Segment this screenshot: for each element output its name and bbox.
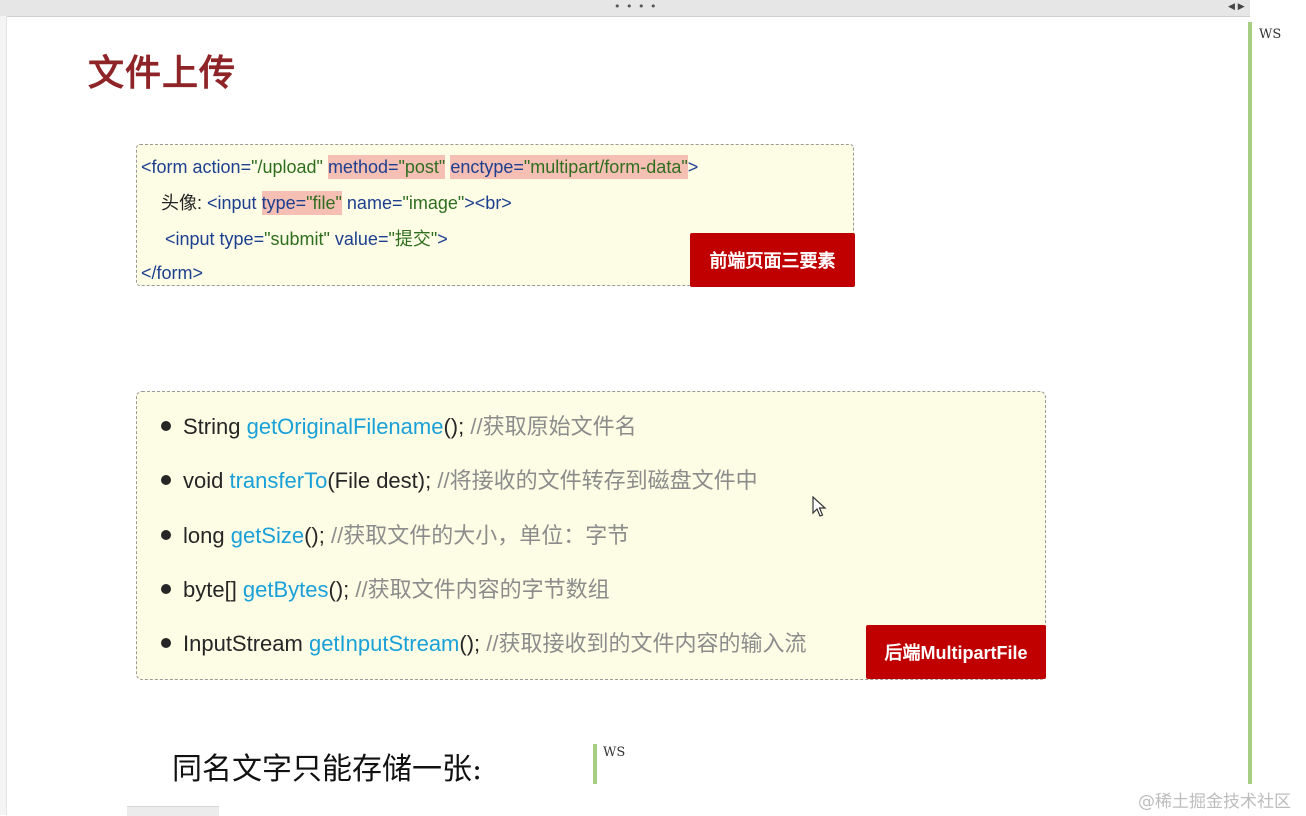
watermark-text: @稀土掘金技术社区 <box>1138 792 1291 812</box>
highlight-method: method="post" <box>327 155 446 179</box>
api-args: (); <box>459 631 487 656</box>
code-eq: = <box>387 157 399 177</box>
code-eq: = <box>240 157 252 177</box>
code-attr: type <box>261 193 296 213</box>
api-type: void <box>183 468 230 493</box>
code-eq: = <box>253 229 265 249</box>
text-cursor-bar <box>593 744 597 784</box>
code-line-form-close: </form> <box>141 263 204 283</box>
api-comment: //将接收的文件转存到磁盘文件中 <box>437 468 758 493</box>
code-attr: method <box>327 157 388 177</box>
code-attr: action <box>192 157 241 177</box>
api-method: getInputStream <box>308 631 460 656</box>
code-tag: <input <box>207 193 262 213</box>
list-item: InputStream getInputStream(); //获取接收到的文件… <box>161 630 807 658</box>
code-tag: > <box>437 229 448 249</box>
code-line-input-file: 头像: <input type="file" name="image"><br> <box>161 191 512 215</box>
api-method: getOriginalFilename <box>246 414 444 439</box>
code-tag: > <box>687 157 699 177</box>
code-tag: <form <box>141 157 193 177</box>
api-type: InputStream <box>183 631 309 656</box>
api-args: (); <box>304 523 331 548</box>
api-comment: //获取文件内容的字节数组 <box>355 577 610 602</box>
ws-label-right: WS <box>1259 27 1282 42</box>
left-scroll-edge <box>0 16 7 815</box>
code-eq: = <box>295 193 307 213</box>
highlight-type-file: type="file" <box>261 191 342 215</box>
bullet-icon <box>161 530 171 541</box>
backend-badge: 后端MultipartFile <box>866 625 1046 679</box>
api-type: String <box>183 414 247 439</box>
code-value: "file" <box>306 193 342 213</box>
api-args: (); <box>328 577 356 602</box>
ws-label-mid: WS <box>603 745 626 760</box>
api-comment: //获取原始文件名 <box>470 414 637 439</box>
code-attr: enctype <box>450 157 514 177</box>
bullet-icon <box>161 584 171 595</box>
code-tag: ><br> <box>464 193 512 213</box>
code-eq: = <box>513 157 524 177</box>
api-method: getSize <box>230 523 305 548</box>
bullet-icon <box>161 421 171 432</box>
api-args: (File dest); <box>327 468 438 493</box>
code-value: "post" <box>398 157 446 177</box>
code-attr: value <box>334 229 378 249</box>
list-item: String getOriginalFilename(); //获取原始文件名 <box>161 413 637 441</box>
api-method: transferTo <box>229 468 328 493</box>
api-type: long <box>183 523 231 548</box>
code-value: "/upload" <box>251 157 323 177</box>
api-type: byte[] <box>183 577 243 602</box>
code-line-form-open: <form action="/upload" method="post" enc… <box>141 155 698 179</box>
scroll-arrows-icon[interactable]: ◀ ▶ <box>1228 2 1245 12</box>
code-eq: = <box>391 193 403 213</box>
backend-api-box: String getOriginalFilename(); //获取原始文件名 … <box>136 391 1046 680</box>
drag-grip-icon[interactable]: • • • • <box>614 1 657 12</box>
api-comment: //获取文件的大小，单位：字节 <box>331 523 630 548</box>
mouse-pointer-icon <box>812 496 827 517</box>
highlight-enctype: enctype="multipart/form-data" <box>450 155 688 179</box>
code-value: "提交" <box>388 229 438 249</box>
list-item: byte[] getBytes(); //获取文件内容的字节数组 <box>161 576 610 604</box>
right-margin-bar <box>1248 22 1252 784</box>
bullet-icon <box>161 638 171 649</box>
frontend-code-box: <form action="/upload" method="post" enc… <box>136 144 855 287</box>
list-item: long getSize(); //获取文件的大小，单位：字节 <box>161 522 629 550</box>
code-value: "submit" <box>264 229 330 249</box>
code-label: 头像: <box>161 193 208 213</box>
api-method: getBytes <box>242 577 329 602</box>
code-line-input-submit: <input type="submit" value="提交"> <box>165 227 448 251</box>
frontend-badge: 前端页面三要素 <box>690 233 855 287</box>
code-value: "image" <box>402 193 465 213</box>
slide-title: 文件上传 <box>88 53 237 94</box>
code-eq: = <box>377 229 389 249</box>
api-comment: //获取接收到的文件内容的输入流 <box>486 631 807 656</box>
api-args: (); <box>443 414 471 439</box>
top-splitter-bar[interactable]: • • • • ◀ ▶ <box>0 0 1250 17</box>
code-value: "multipart/form-data" <box>523 157 688 177</box>
note-text: 同名文字只能存储一张: <box>172 752 483 787</box>
bullet-icon <box>161 475 171 486</box>
list-item: void transferTo(File dest); //将接收的文件转存到磁… <box>161 467 758 495</box>
code-attr: type <box>219 229 254 249</box>
code-attr: name <box>346 193 392 213</box>
code-tag: <input <box>165 229 220 249</box>
